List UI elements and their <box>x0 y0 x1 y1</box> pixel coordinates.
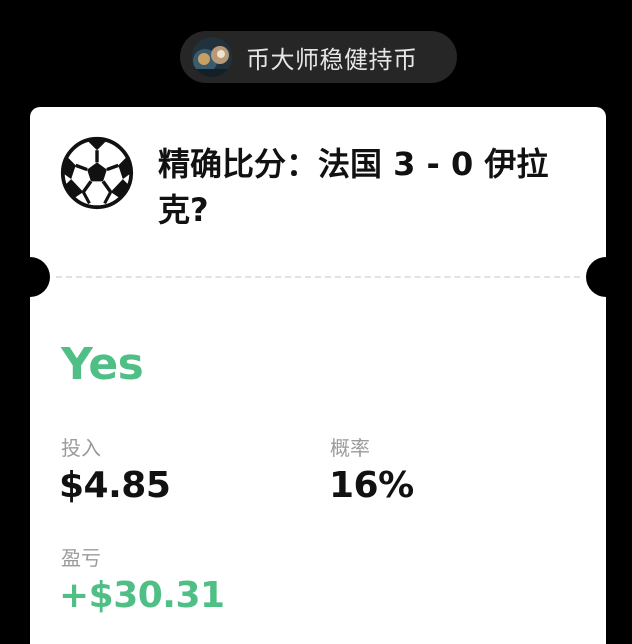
stake-label: 投入 <box>61 436 101 460</box>
username: 币大师稳健持币 <box>246 45 418 74</box>
soccer-ball-icon <box>60 136 134 210</box>
bet-card: 精确比分：法国 3 - 0 伊拉克? Yes 投入 $4.85 概率 16% 盈… <box>10 107 626 644</box>
avatar[interactable] <box>192 37 232 77</box>
screen: 币大师稳健持币 精确比分：法国 3 - 0 伊拉克? Yes 投入 $4.85 <box>0 0 632 644</box>
user-badge[interactable]: 币大师稳健持币 <box>180 31 457 83</box>
probability-value: 16% <box>329 465 414 506</box>
ticket-notch-left <box>10 257 50 297</box>
bet-question: 精确比分：法国 3 - 0 伊拉克? <box>158 145 549 229</box>
ticket-notch-right <box>586 257 626 297</box>
probability-label: 概率 <box>330 436 370 460</box>
ticket-divider <box>56 276 580 278</box>
pnl-value: +$30.31 <box>59 575 225 616</box>
stake-value: $4.85 <box>59 465 171 506</box>
bet-outcome: Yes <box>61 339 144 390</box>
pnl-label: 盈亏 <box>61 546 101 570</box>
